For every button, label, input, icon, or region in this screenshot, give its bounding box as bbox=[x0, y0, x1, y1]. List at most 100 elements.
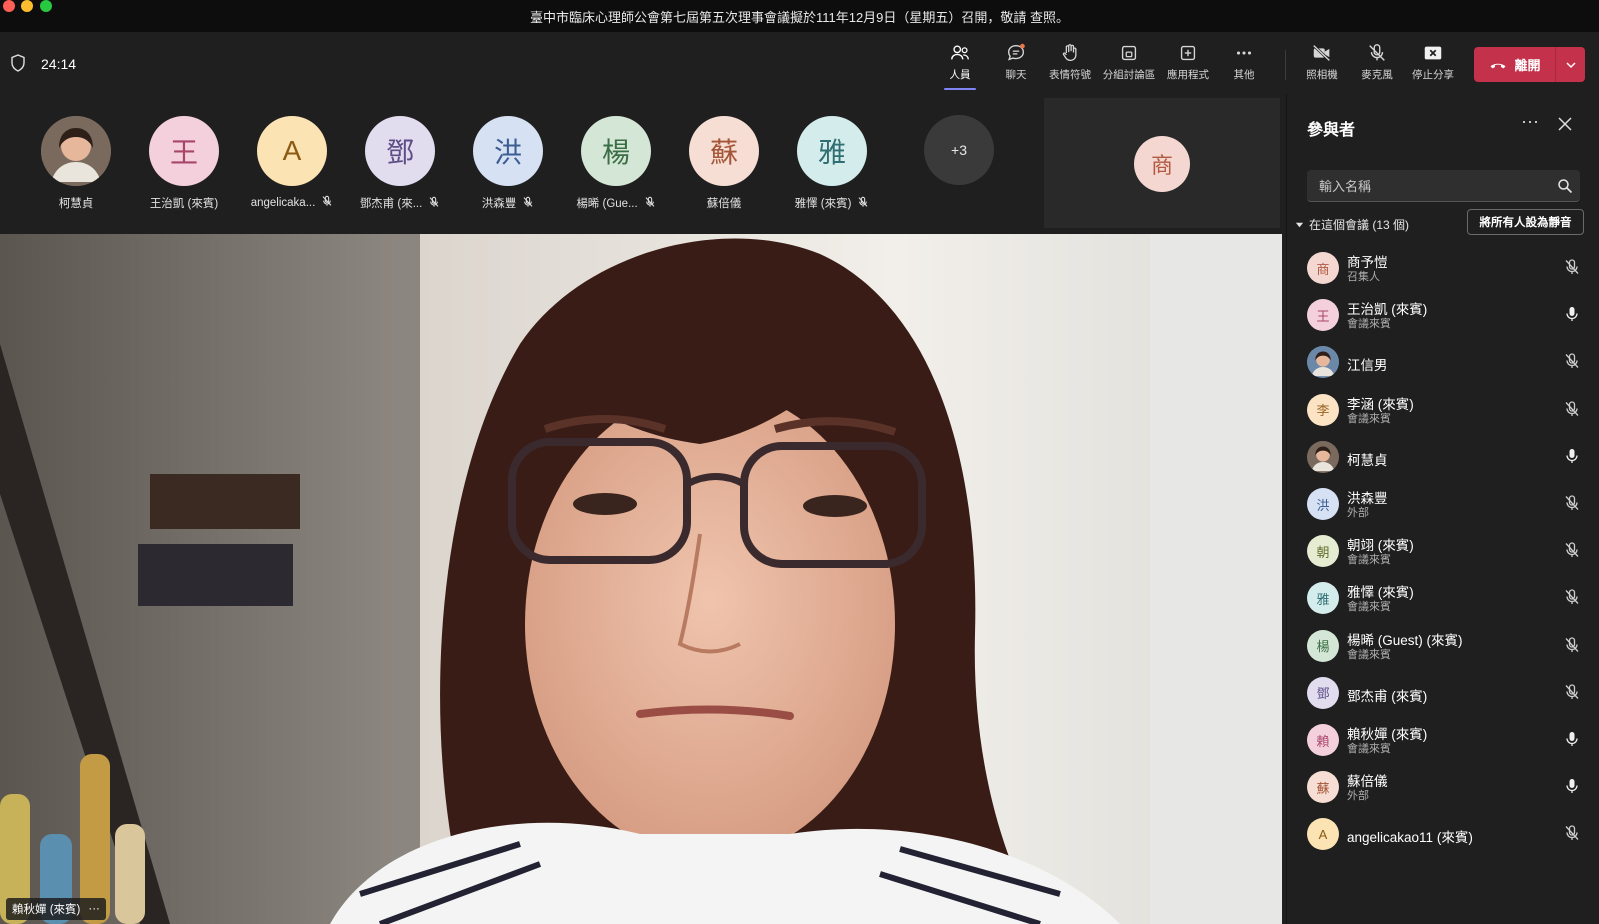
mic-off-icon bbox=[857, 196, 869, 211]
panel-title: 參與者 bbox=[1307, 122, 1356, 139]
avatar: 王 bbox=[1307, 299, 1339, 332]
mic-off-icon bbox=[1563, 636, 1581, 654]
participants-panel: 參與者 ··· 在這個會議 (13 個) 將所有人設為靜音 商商予愷召集人王王治… bbox=[1286, 94, 1599, 924]
main-video-feed: 賴秋嬋 (來賓) ··· bbox=[0, 234, 1282, 924]
participant-role: 外部 bbox=[1347, 790, 1369, 803]
gallery-tile[interactable]: 蘇蘇倍儀 bbox=[672, 116, 776, 211]
participant-row[interactable]: 楊楊晞 (Guest) (來賓) 會議來賓 bbox=[1307, 622, 1592, 668]
gallery-tile-name: 王治凱 (來賓) bbox=[149, 198, 219, 210]
add-app-icon bbox=[1180, 45, 1196, 61]
mic-on-icon bbox=[1563, 730, 1581, 748]
gallery-tile[interactable]: Aangelicaka... bbox=[240, 116, 344, 210]
avatar: 雅 bbox=[797, 116, 867, 186]
participant-row[interactable]: 雅雅懌 (來賓) 會議來賓 bbox=[1307, 574, 1592, 620]
caret-down-icon bbox=[1295, 222, 1304, 228]
participant-row[interactable]: 鄧鄧杰甫 (來賓) bbox=[1307, 669, 1592, 715]
close-window-button[interactable] bbox=[3, 0, 15, 12]
maximize-window-button[interactable] bbox=[40, 0, 52, 12]
participant-name: 柯慧貞 bbox=[1347, 452, 1388, 468]
participant-gallery: 柯慧貞王王治凱 (來賓) Aangelicaka... 鄧鄧杰甫 (來... 洪洪森豐… bbox=[0, 94, 1282, 234]
close-icon[interactable] bbox=[1557, 116, 1573, 132]
self-video-tile[interactable]: 商 bbox=[1044, 98, 1280, 228]
stop-sharing-button[interactable]: 停止分享 bbox=[1405, 42, 1461, 86]
people-button[interactable]: 人員 bbox=[932, 42, 988, 86]
mic-off-icon bbox=[1369, 44, 1385, 61]
leave-button[interactable]: 離開 bbox=[1474, 47, 1555, 82]
more-label: 其他 bbox=[1233, 69, 1255, 81]
mic-off-icon bbox=[1563, 588, 1581, 606]
mic-off-icon bbox=[1563, 400, 1581, 418]
gallery-tile-name: 柯慧貞 bbox=[58, 198, 94, 210]
participant-row[interactable]: 王王治凱 (來賓) 會議來賓 bbox=[1307, 291, 1592, 337]
avatar: A bbox=[257, 116, 327, 186]
speaker-name: 賴秋嬋 (來賓) bbox=[12, 904, 81, 916]
stop-share-icon bbox=[1424, 46, 1442, 60]
participant-role: 會議來賓 bbox=[1347, 554, 1391, 567]
gallery-tile[interactable]: 柯慧貞 bbox=[24, 116, 128, 211]
self-avatar: 商 bbox=[1134, 136, 1190, 192]
participant-name: 鄧杰甫 (來賓) bbox=[1347, 688, 1428, 704]
leave-options-button[interactable] bbox=[1555, 47, 1585, 82]
more-options-button[interactable]: 其他 bbox=[1216, 42, 1272, 86]
gallery-tile[interactable]: 王王治凱 (來賓) bbox=[132, 116, 236, 211]
participant-row[interactable]: 朝朝翊 (來賓) 會議來賓 bbox=[1307, 527, 1592, 573]
gallery-tile[interactable]: 鄧鄧杰甫 (來... bbox=[348, 116, 452, 211]
breakout-rooms-button[interactable]: 分組討論區 bbox=[1101, 42, 1157, 86]
search-icon[interactable] bbox=[1557, 178, 1573, 194]
gallery-tile[interactable]: 楊楊晞 (Gue... bbox=[564, 116, 668, 211]
participant-row[interactable]: 賴賴秋嬋 (來賓) 會議來賓 bbox=[1307, 716, 1592, 762]
chat-button[interactable]: 聊天 bbox=[988, 42, 1044, 86]
minimize-window-button[interactable] bbox=[21, 0, 33, 12]
participant-row[interactable]: 江信男 bbox=[1307, 338, 1592, 384]
apps-label: 應用程式 bbox=[1167, 69, 1209, 81]
mic-button[interactable]: 麥克風 bbox=[1349, 42, 1405, 86]
more-participants-tile[interactable]: +3 bbox=[924, 115, 994, 185]
participant-name: angelicakao11 (來賓) bbox=[1347, 830, 1473, 846]
participant-row[interactable]: 商商予愷 召集人 bbox=[1307, 244, 1592, 290]
reactions-button[interactable]: 表情符號 bbox=[1042, 42, 1098, 86]
participant-row[interactable]: 蘇蘇倍儀 外部 bbox=[1307, 763, 1592, 809]
chat-label: 聊天 bbox=[1005, 69, 1027, 81]
leave-label: 離開 bbox=[1514, 58, 1541, 73]
participant-row[interactable]: 李李涵 (來賓) 會議來賓 bbox=[1307, 386, 1592, 432]
mic-off-icon bbox=[428, 196, 440, 211]
panel-more-button[interactable]: ··· bbox=[1519, 112, 1541, 134]
avatar: A bbox=[1307, 818, 1339, 851]
mic-off-icon bbox=[644, 196, 656, 211]
gallery-tile[interactable]: 洪洪森豐 bbox=[456, 116, 560, 211]
participant-row[interactable]: 柯慧貞 bbox=[1307, 433, 1592, 479]
participant-search-input[interactable] bbox=[1307, 170, 1547, 202]
hang-up-icon bbox=[1490, 63, 1506, 68]
chevron-down-icon bbox=[1565, 61, 1576, 68]
meeting-timer: 24:14 bbox=[41, 56, 77, 72]
window-title-bar: 臺中市臨床心理師公會第七屆第五次理事會議擬於111年12月9日（星期五）召開，敬… bbox=[0, 0, 1599, 32]
participant-role: 會議來賓 bbox=[1347, 743, 1391, 755]
breakout-rooms-label: 分組討論區 bbox=[1102, 69, 1156, 81]
avatar: 蘇 bbox=[1307, 771, 1339, 804]
participant-row[interactable]: Aangelicakao11 (來賓) bbox=[1307, 810, 1592, 856]
speaker-name-label: 賴秋嬋 (來賓) ··· bbox=[6, 898, 106, 920]
participant-search-box bbox=[1307, 170, 1580, 202]
participant-role: 會議來賓 bbox=[1347, 648, 1391, 661]
mic-off-icon bbox=[1563, 494, 1581, 512]
gallery-tile-name: angelicaka... bbox=[250, 196, 316, 209]
in-meeting-section-toggle[interactable]: 在這個會議 (13 個) bbox=[1295, 216, 1409, 233]
apps-button[interactable]: 應用程式 bbox=[1160, 42, 1216, 86]
gallery-tile[interactable]: 雅雅懌 (來賓) bbox=[780, 116, 884, 211]
gallery-tile-name: 蘇倍儀 bbox=[706, 198, 742, 210]
participant-row[interactable]: 洪洪森豐 外部 bbox=[1307, 480, 1592, 526]
mic-label: 麥克風 bbox=[1361, 69, 1393, 81]
participant-name: 江信男 bbox=[1347, 358, 1388, 374]
avatar: 雅 bbox=[1307, 582, 1339, 615]
speaker-more-button[interactable]: ··· bbox=[88, 903, 100, 915]
mic-off-icon bbox=[1563, 541, 1581, 559]
mic-on-icon bbox=[1563, 777, 1581, 795]
mute-all-button[interactable]: 將所有人設為靜音 bbox=[1467, 209, 1584, 235]
camera-off-icon bbox=[1312, 44, 1331, 62]
mic-off-icon bbox=[321, 195, 333, 210]
window-title: 臺中市臨床心理師公會第七屆第五次理事會議擬於111年12月9日（星期五）召開，敬… bbox=[529, 9, 1070, 25]
participant-role: 會議來賓 bbox=[1347, 412, 1391, 425]
gallery-tile-name: 雅懌 (來賓) bbox=[794, 198, 852, 210]
camera-button[interactable]: 照相機 bbox=[1294, 42, 1350, 86]
mic-off-icon bbox=[1563, 352, 1581, 370]
